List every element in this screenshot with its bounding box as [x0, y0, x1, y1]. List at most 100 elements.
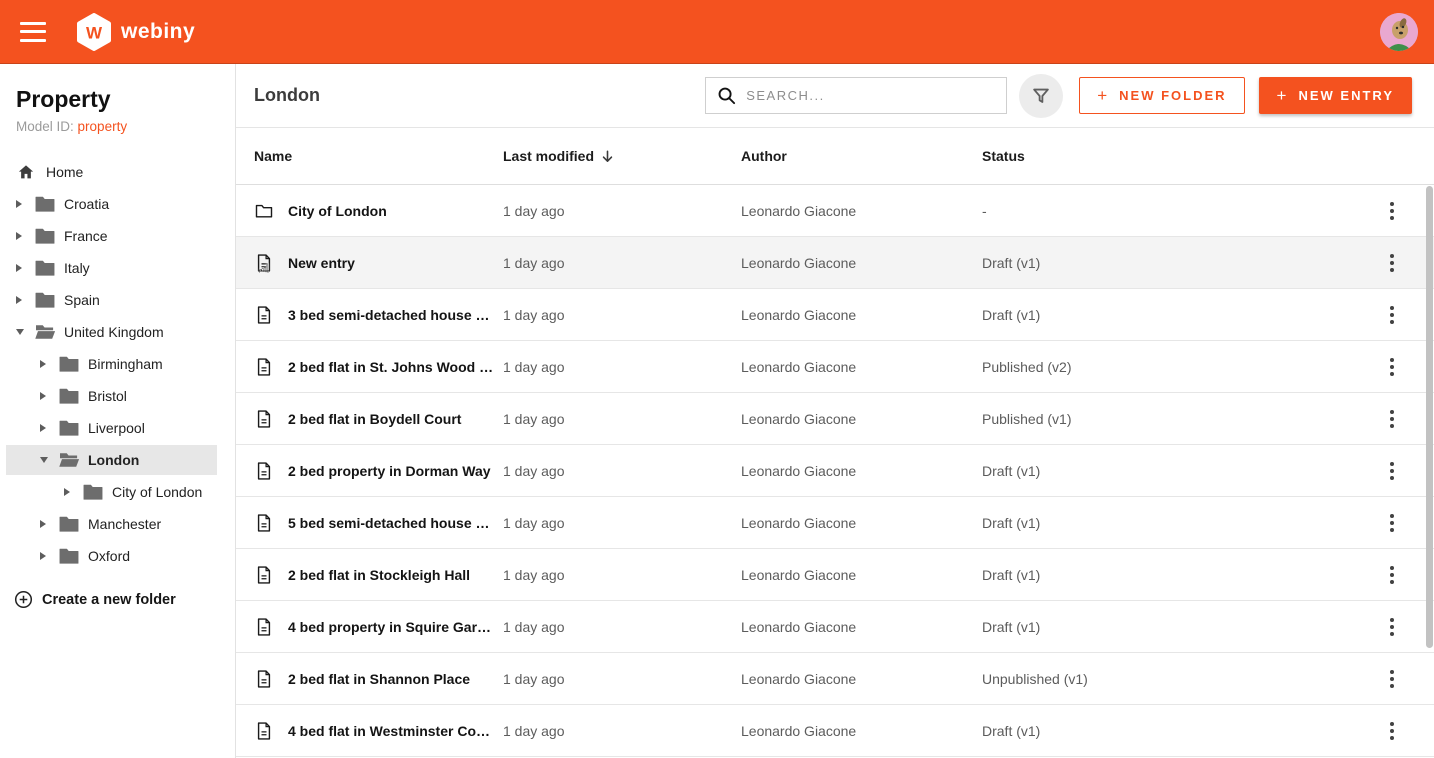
document-icon — [257, 669, 271, 688]
current-folder-title: London — [254, 85, 320, 105]
sidebar-item-home[interactable]: Home — [0, 156, 235, 188]
folder-closed-icon — [59, 548, 79, 564]
tree-item-label: Home — [46, 164, 84, 180]
table-row-2-bed-flat-in-shannon-place[interactable]: 2 bed flat in Shannon Place 1 day ago Le… — [236, 653, 1434, 705]
row-actions-kebab-button[interactable] — [1380, 667, 1404, 691]
entry-name-label: New entry — [288, 254, 355, 271]
user-avatar[interactable] — [1380, 12, 1418, 51]
last-modified-cell: 1 day ago — [503, 514, 565, 531]
tree-item-label: Birmingham — [88, 356, 163, 372]
document-icon — [257, 357, 271, 376]
sidebar-item-italy[interactable]: Italy — [0, 252, 235, 284]
row-actions-kebab-button[interactable] — [1380, 199, 1404, 223]
row-actions-kebab-button[interactable] — [1380, 303, 1404, 327]
model-id: Model ID: property — [16, 119, 219, 134]
row-actions-kebab-button[interactable] — [1380, 355, 1404, 379]
sidebar-item-oxford[interactable]: Oxford — [0, 540, 235, 572]
entry-name-cell: City of London — [254, 201, 503, 221]
sidebar-item-city-of-london[interactable]: City of London — [0, 476, 235, 508]
webiny-logo[interactable]: W webiny — [76, 12, 195, 51]
folder-open-icon — [35, 325, 56, 339]
new-entry-button[interactable]: + NEW ENTRY — [1258, 77, 1412, 114]
search-input[interactable] — [746, 88, 997, 103]
expand-arrow-icon[interactable] — [16, 196, 32, 212]
last-modified-cell: 1 day ago — [503, 306, 565, 323]
sidebar-item-liverpool[interactable]: Liverpool — [0, 412, 235, 444]
expand-arrow-icon[interactable] — [16, 292, 32, 308]
entry-name-label: 3 bed semi-detached house … — [288, 306, 490, 323]
table-row-4-bed-flat-in-westminster-co[interactable]: 4 bed flat in Westminster Co… 1 day ago … — [236, 705, 1434, 757]
tree-item-label: London — [88, 452, 140, 468]
table-row-2-bed-property-in-dorman-way[interactable]: 2 bed property in Dorman Way 1 day ago L… — [236, 445, 1434, 497]
folder-closed-icon — [59, 388, 79, 404]
folder-open-icon — [59, 453, 80, 467]
table-row-5-bed-semi-detached-house[interactable]: 5 bed semi-detached house … 1 day ago Le… — [236, 497, 1434, 549]
entry-name-label: 4 bed flat in Westminster Co… — [288, 722, 490, 739]
status-cell: Draft (v1) — [982, 462, 1041, 479]
sidebar-item-united-kingdom[interactable]: United Kingdom — [0, 316, 235, 348]
sidebar-item-croatia[interactable]: Croatia — [0, 188, 235, 220]
row-actions-kebab-button[interactable] — [1380, 719, 1404, 743]
hamburger-menu-icon[interactable] — [20, 21, 46, 42]
column-header-author[interactable]: Author — [741, 148, 982, 164]
sidebar-item-france[interactable]: France — [0, 220, 235, 252]
table-row-city-of-london[interactable]: City of London 1 day ago Leonardo Giacon… — [236, 185, 1434, 237]
table-row-2-bed-flat-in-boydell-court[interactable]: 2 bed flat in Boydell Court 1 day ago Le… — [236, 393, 1434, 445]
folder-closed-icon — [35, 260, 55, 276]
sidebar-item-bristol[interactable]: Bristol — [0, 380, 235, 412]
table-row-2-bed-flat-in-stockleigh-hall[interactable]: 2 bed flat in Stockleigh Hall 1 day ago … — [236, 549, 1434, 601]
model-title: Property — [16, 86, 111, 112]
create-new-folder-button[interactable]: Create a new folder — [0, 590, 235, 609]
author-cell: Leonardo Giacone — [741, 306, 857, 323]
table-row-3-bed-semi-detached-house[interactable]: 3 bed semi-detached house … 1 day ago Le… — [236, 289, 1434, 341]
sidebar-item-spain[interactable]: Spain — [0, 284, 235, 316]
column-header-name[interactable]: Name — [254, 148, 503, 164]
expand-arrow-icon[interactable] — [16, 260, 32, 276]
status-cell: Published (v2) — [982, 358, 1072, 375]
column-header-last-modified[interactable]: Last modified — [503, 148, 741, 164]
row-actions-kebab-button[interactable] — [1380, 251, 1404, 275]
last-modified-cell: 1 day ago — [503, 410, 565, 427]
row-actions-kebab-button[interactable] — [1380, 511, 1404, 535]
entry-name-label: 2 bed flat in Stockleigh Hall — [288, 566, 471, 583]
expand-arrow-icon[interactable] — [40, 452, 56, 468]
row-actions-kebab-button[interactable] — [1380, 459, 1404, 483]
table-row-4-bed-property-in-squire-gar[interactable]: 4 bed property in Squire Gar… 1 day ago … — [236, 601, 1434, 653]
sidebar-item-manchester[interactable]: Manchester — [0, 508, 235, 540]
expand-arrow-icon[interactable] — [64, 484, 80, 500]
table-row-2-bed-flat-in-st-johns-wood[interactable]: 2 bed flat in St. Johns Wood … 1 day ago… — [236, 341, 1434, 393]
tree-item-label: Manchester — [88, 516, 162, 532]
expand-arrow-icon[interactable] — [16, 324, 32, 340]
new-folder-button[interactable]: + NEW FOLDER — [1079, 77, 1245, 114]
entry-name-cell: 2 bed flat in Shannon Place — [254, 669, 503, 689]
row-actions-kebab-button[interactable] — [1380, 407, 1404, 431]
author-cell: Leonardo Giacone — [741, 202, 857, 219]
expand-arrow-icon[interactable] — [40, 420, 56, 436]
sidebar-item-birmingham[interactable]: Birmingham — [0, 348, 235, 380]
entry-name-cell: 3 bed semi-detached house … — [254, 305, 503, 325]
filter-button[interactable] — [1019, 73, 1064, 118]
author-cell: Leonardo Giacone — [741, 462, 857, 479]
row-actions-kebab-button[interactable] — [1380, 563, 1404, 587]
expand-arrow-icon[interactable] — [40, 548, 56, 564]
cursor-pointer-icon: ☝ — [258, 258, 271, 273]
last-modified-cell: 1 day ago — [503, 722, 565, 739]
last-modified-cell: 1 day ago — [503, 202, 565, 219]
search-box — [705, 77, 1008, 114]
expand-arrow-icon[interactable] — [16, 228, 32, 244]
top-app-bar: W webiny — [0, 0, 1434, 64]
author-cell: Leonardo Giacone — [741, 514, 857, 531]
table-row-new-entry[interactable]: ☝ New entry 1 day ago Leonardo Giacone D… — [236, 237, 1434, 289]
model-id-value: property — [77, 119, 128, 134]
entry-name-label: 2 bed flat in Boydell Court — [288, 410, 462, 427]
vertical-scrollbar-thumb[interactable] — [1426, 186, 1433, 648]
expand-arrow-icon[interactable] — [40, 388, 56, 404]
expand-arrow-icon[interactable] — [40, 356, 56, 372]
table-header: Name Last modified Author Status — [236, 128, 1434, 185]
row-actions-kebab-button[interactable] — [1380, 615, 1404, 639]
expand-arrow-icon[interactable] — [40, 516, 56, 532]
sidebar-item-london[interactable]: London — [0, 444, 235, 476]
entry-name-label: 2 bed flat in Shannon Place — [288, 670, 471, 687]
column-header-status[interactable]: Status — [982, 148, 1372, 164]
folder-tree: Home Croatia France Italy Spain United K… — [0, 156, 235, 572]
